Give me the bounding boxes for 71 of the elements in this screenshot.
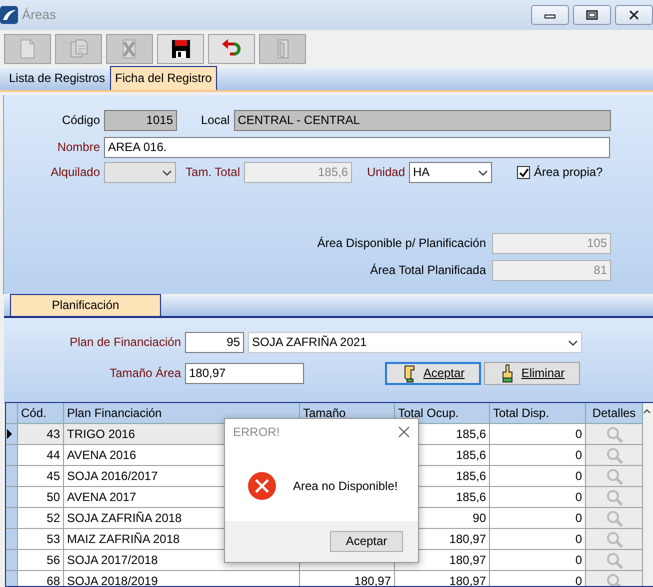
tab[interactable]: Lista de Registros <box>4 66 110 90</box>
field-label: Nombre <box>56 140 100 155</box>
table-cell: 43 <box>18 424 64 445</box>
field-label: Tamaño Área <box>108 366 181 381</box>
window-title: Áreas <box>22 7 56 23</box>
search-icon[interactable] <box>606 530 622 548</box>
table-cell: 68 <box>18 571 64 586</box>
column-header[interactable]: Detalles <box>586 403 643 424</box>
tab[interactable]: Planificación <box>10 294 161 316</box>
table-cell: 180,97 <box>395 571 490 586</box>
close-icon[interactable] <box>398 426 410 438</box>
field-label: Área Total Planificada <box>369 263 486 278</box>
input-field[interactable]: 180,97 <box>185 363 304 384</box>
dropdown[interactable]: SOJA ZAFRIÑA 2021 <box>248 332 582 353</box>
dialog-title: ERROR! <box>233 424 280 440</box>
table-cell: 45 <box>18 466 64 487</box>
search-icon[interactable] <box>606 510 622 526</box>
check-icon <box>518 168 528 177</box>
documents-icon <box>68 38 90 60</box>
dropdown[interactable]: HA <box>409 162 492 183</box>
toolbar-button[interactable] <box>157 34 204 64</box>
table-cell: 50 <box>18 487 64 508</box>
action-button[interactable]: Aceptar <box>385 362 481 385</box>
table-cell: 53 <box>18 529 64 550</box>
code-field[interactable]: 95 <box>185 332 244 353</box>
search-icon[interactable] <box>606 468 622 484</box>
field-label: Alquilado <box>50 165 100 180</box>
table-cell: 52 <box>18 508 64 529</box>
caret-icon <box>568 340 578 346</box>
close-icon <box>629 10 639 20</box>
table-cell: 56 <box>18 550 64 571</box>
search-icon[interactable] <box>606 552 622 568</box>
current-row-icon <box>6 429 13 439</box>
column-header[interactable]: Total Disp. <box>490 403 586 424</box>
error-icon <box>247 471 277 501</box>
field-label: Tam. Total <box>184 165 240 180</box>
field-label: Área Disponible p/ Planificación <box>316 236 486 251</box>
table-cell: SOJA 2018/2019 <box>64 571 300 586</box>
input-field[interactable]: CENTRAL - CENTRAL <box>234 110 611 131</box>
checkbox[interactable] <box>517 166 530 179</box>
code-field[interactable]: 1015 <box>104 110 177 131</box>
column-header[interactable]: Cód. <box>18 403 64 424</box>
close-button[interactable] <box>615 5 653 25</box>
field-label: Local <box>201 113 230 128</box>
action-button[interactable]: Eliminar <box>484 362 580 385</box>
search-icon[interactable] <box>606 488 622 506</box>
scroll-up-icon <box>643 406 651 415</box>
column-header[interactable]: Total Ocup. <box>395 403 490 424</box>
maximize-button[interactable] <box>573 5 611 25</box>
search-icon[interactable] <box>606 572 622 586</box>
tab[interactable]: Ficha del Registro <box>110 66 217 90</box>
field-label: Plan de Financiación <box>68 335 181 350</box>
caret-icon <box>478 170 488 176</box>
caret-icon <box>162 170 172 176</box>
search-icon[interactable] <box>606 426 622 442</box>
input-field[interactable]: AREA 016. <box>104 137 610 158</box>
checkbox-label: Área propia? <box>534 165 603 180</box>
row-indicator[interactable] <box>6 424 18 445</box>
table-cell: 44 <box>18 445 64 466</box>
field-label: Unidad <box>366 165 405 180</box>
dropdown[interactable] <box>104 162 176 183</box>
app-logo-icon <box>0 6 18 24</box>
maximize-icon <box>586 10 598 20</box>
field-label: Código <box>60 113 100 128</box>
row-indicator <box>6 403 18 424</box>
ok-button[interactable]: Aceptar <box>330 531 403 552</box>
table-cell: 180,97 <box>300 571 395 586</box>
column-header[interactable]: Plan Financiación <box>64 403 300 424</box>
minimize-button[interactable] <box>531 5 569 25</box>
scrollbar[interactable] <box>643 403 653 586</box>
search-icon[interactable] <box>606 446 622 464</box>
